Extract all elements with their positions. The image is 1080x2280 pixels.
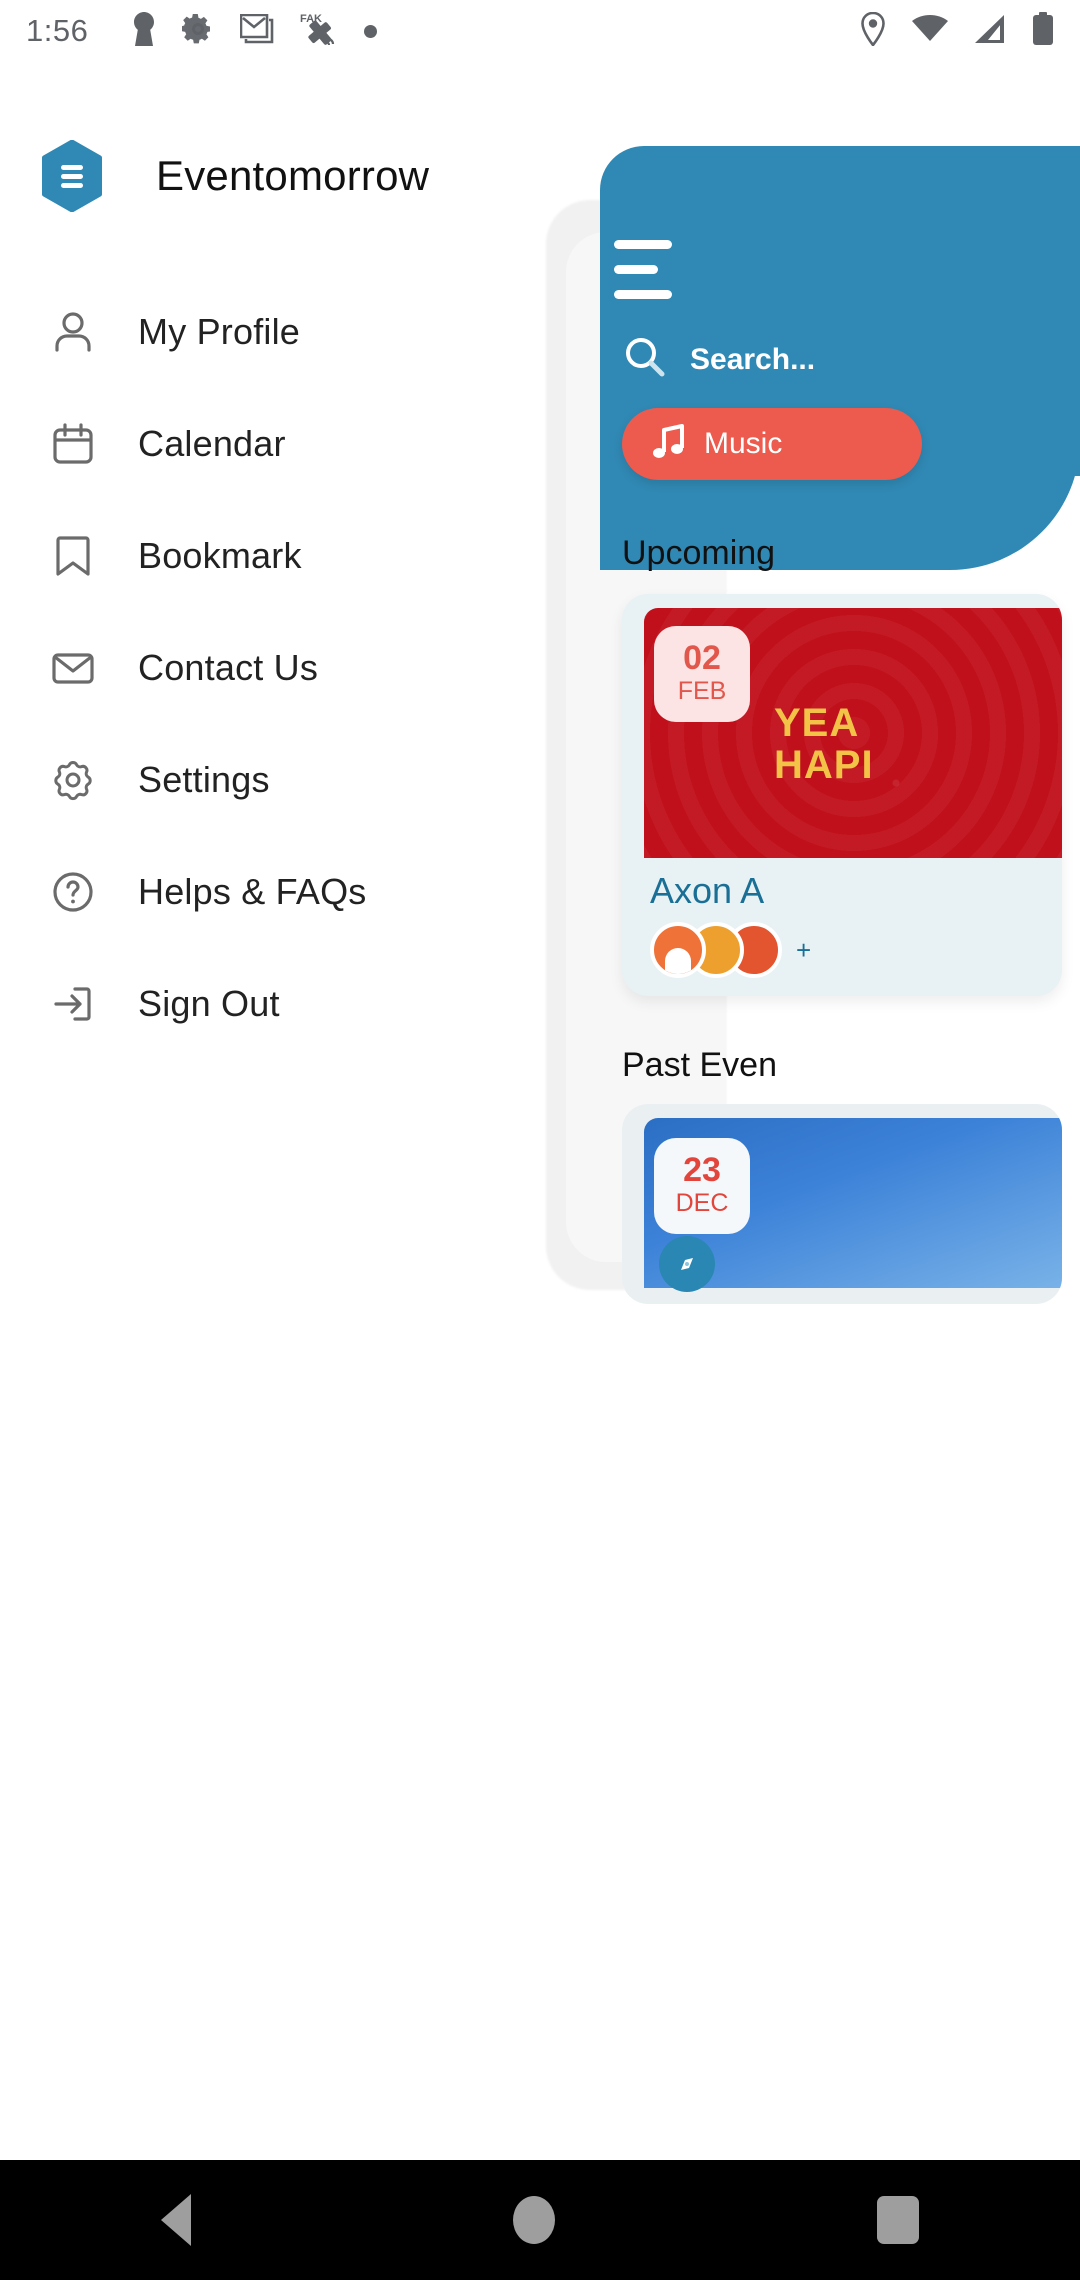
bottom-nav-label: Explore — [641, 1304, 733, 1306]
calendar-icon — [42, 420, 104, 468]
question-circle-icon — [42, 868, 104, 916]
section-heading-upcoming: Upcoming — [622, 534, 776, 572]
back-button[interactable] — [161, 2194, 191, 2246]
gmail-icon — [240, 13, 274, 49]
sidebar-item-label: Contact Us — [138, 647, 319, 688]
sidebar-item-label: Bookmark — [138, 535, 302, 576]
svg-text:FAK: FAK — [300, 13, 322, 25]
event-date-month: FEB — [677, 676, 727, 705]
attendee-avatars[interactable]: + — [650, 922, 811, 978]
hamburger-icon[interactable] — [614, 240, 672, 315]
search-placeholder: Search... — [690, 342, 816, 376]
past-event-date-day: 23 — [683, 1150, 721, 1189]
avatar — [650, 922, 706, 978]
location-pin-icon — [860, 11, 886, 51]
event-cover-headline: YEA HAPI — [774, 702, 874, 786]
music-note-icon — [650, 422, 688, 467]
drawer-menu: My Profile Calendar Bookmark Contact Us — [0, 276, 620, 1060]
section-heading-past: Past Even — [622, 1046, 777, 1084]
sidebar-item-label: Settings — [138, 759, 270, 800]
event-cover-headline-line1: YEA — [774, 701, 860, 745]
sidebar-item-sign-out[interactable]: Sign Out — [0, 948, 620, 1060]
sidebar-item-helps-faqs[interactable]: Helps & FAQs — [0, 836, 620, 948]
bookmark-icon — [42, 532, 104, 580]
android-navigation-bar — [0, 2160, 1080, 2280]
app-screen: 1:56 FAK Eventomorrow My Profile Calenda… — [0, 0, 1080, 2280]
bottom-nav-item-explore[interactable]: Explore — [622, 1236, 752, 1306]
home-button[interactable] — [513, 2196, 555, 2244]
hexagon-list-logo — [40, 140, 104, 212]
event-date-badge: 02 FEB — [654, 626, 750, 722]
gear-icon — [42, 756, 104, 804]
brand-header: Eventomorrow — [0, 62, 620, 212]
chip-label: Music — [704, 427, 783, 460]
gear-icon — [181, 13, 214, 50]
event-title: Axon A — [650, 870, 765, 911]
attendee-more-count: + — [796, 934, 812, 965]
past-event-date-month: DEC — [675, 1188, 729, 1217]
status-bar-system-icons — [860, 11, 1054, 51]
navigation-drawer: Eventomorrow My Profile Calendar Bookmar — [0, 62, 620, 2162]
event-date-day: 02 — [683, 638, 721, 677]
search-input[interactable]: Search... — [622, 334, 815, 385]
sidebar-item-label: Sign Out — [138, 983, 280, 1024]
event-card-upcoming[interactable]: 02 FEB YEA HAPI Axon A + Minh Toa — [622, 594, 1062, 996]
sidebar-item-calendar[interactable]: Calendar — [0, 388, 620, 500]
event-cover-headline-line2: HAPI — [774, 743, 874, 787]
envelope-icon — [42, 644, 104, 692]
fake-gps-satellite-icon: FAK — [300, 11, 338, 52]
category-chip-music[interactable]: Music — [622, 408, 922, 480]
person-icon — [42, 308, 104, 356]
dot-icon — [364, 24, 378, 38]
sidebar-item-settings[interactable]: Settings — [0, 724, 620, 836]
status-bar-clock: 1:56 — [26, 13, 89, 48]
sidebar-item-bookmark[interactable]: Bookmark — [0, 500, 620, 612]
status-bar: 1:56 FAK — [0, 0, 1080, 62]
sign-out-icon — [42, 980, 104, 1028]
compass-icon — [659, 1236, 715, 1292]
sidebar-item-label: Helps & FAQs — [138, 871, 367, 912]
sidebar-item-label: My Profile — [138, 311, 301, 352]
recents-button[interactable] — [877, 2196, 919, 2244]
sidebar-item-my-profile[interactable]: My Profile — [0, 276, 620, 388]
past-event-date-badge: 23 DEC — [654, 1138, 750, 1234]
keyhole-icon — [132, 11, 156, 51]
battery-icon — [1032, 11, 1054, 51]
sidebar-item-label: Calendar — [138, 423, 286, 464]
wifi-icon — [912, 14, 948, 48]
app-content-preview: Search... Music Upcoming 02 FEB YEA HAPI… — [600, 146, 1080, 1306]
search-icon — [622, 334, 668, 385]
cellular-signal-icon — [974, 14, 1006, 49]
sidebar-item-contact-us[interactable]: Contact Us — [0, 612, 620, 724]
status-bar-notification-icons: FAK — [132, 11, 378, 52]
page-title: Eventomorrow — [156, 152, 430, 199]
